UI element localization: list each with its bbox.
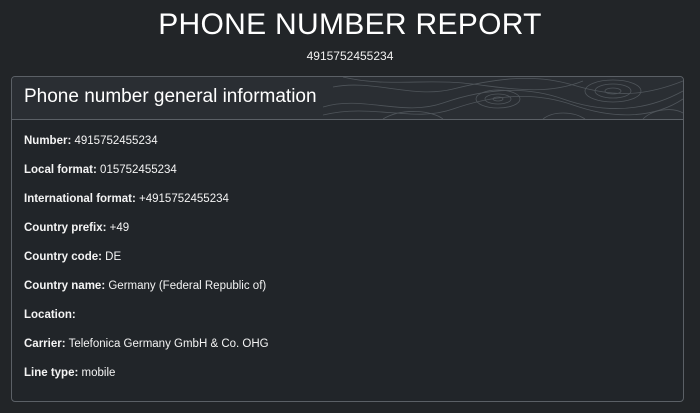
info-label: Number: [24, 135, 72, 147]
info-label: International format: [24, 193, 136, 205]
info-label: Location: [24, 309, 76, 321]
info-row-country-name: Country name: Germany (Federal Republic … [24, 278, 266, 294]
report-phone-number: 4915752455234 [306, 49, 394, 63]
page-title: PHONE NUMBER REPORT [158, 8, 542, 41]
info-value: DE [105, 251, 122, 263]
info-row-local-format: Local format: 015752455234 [24, 162, 177, 178]
info-label: Country prefix: [24, 222, 107, 234]
info-row-country-prefix: Country prefix: +49 [24, 220, 129, 236]
info-value: Telefonica Germany GmbH & Co. OHG [68, 338, 269, 350]
info-label: Local format: [24, 164, 97, 176]
info-value: 4915752455234 [74, 135, 158, 147]
report-page: PHONE NUMBER REPORT 4915752455234 Phone … [0, 0, 700, 413]
info-label: Carrier: [24, 338, 66, 350]
info-value: +49 [109, 222, 130, 234]
info-row-international-format: International format: +4915752455234 [24, 191, 229, 207]
info-value: 015752455234 [100, 164, 177, 176]
info-value: +4915752455234 [139, 193, 229, 205]
info-row-line-type: Line type: mobile [24, 365, 115, 381]
info-label: Line type: [24, 367, 79, 379]
info-label: Country code: [24, 251, 102, 263]
info-value: mobile [81, 367, 116, 379]
card-title: Phone number general information [24, 86, 317, 107]
info-row-carrier: Carrier: Telefonica Germany GmbH & Co. O… [24, 336, 269, 352]
info-label: Country name: [24, 280, 106, 292]
info-value: Germany (Federal Republic of) [108, 280, 267, 292]
topographic-pattern-decoration [323, 77, 683, 119]
info-row-country-code: Country code: DE [24, 249, 121, 265]
info-row-location: Location: [24, 307, 76, 323]
card-header: Phone number general information [12, 77, 683, 120]
general-info-card: Phone number general information Number:… [11, 76, 684, 402]
info-row-number: Number: 4915752455234 [24, 133, 158, 149]
